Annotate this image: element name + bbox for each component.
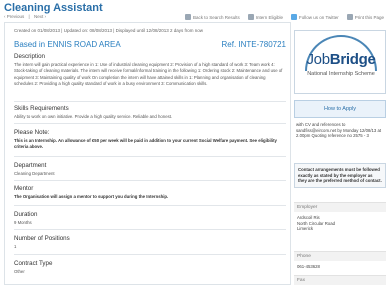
divider (14, 156, 286, 157)
divider (14, 101, 286, 102)
intern-eligible-label: Intern Eligible (255, 14, 284, 20)
description-heading: Description (14, 53, 45, 60)
how-to-apply-button[interactable]: How to Apply (294, 100, 386, 118)
note-heading: Please Note: (14, 129, 50, 136)
logo-subtitle: National Internship Scheme (307, 71, 375, 77)
employer-address: Ardscoil Ris North Circular Road Limeric… (297, 215, 335, 231)
divider (14, 229, 286, 230)
skills-heading: Skills Requirements (14, 105, 69, 112)
skills-text: Ability to work on own initiative. Provi… (14, 114, 173, 119)
sidebar: JobBridge National Internship Scheme How… (294, 22, 386, 285)
divider (14, 123, 286, 124)
listing-location: Based in ENNIS ROAD AREA (14, 40, 121, 49)
positions-heading: Number of Positions (14, 235, 70, 242)
duration-heading: Duration (14, 211, 38, 218)
listing-header: Based in ENNIS ROAD AREA Ref. INTE-78072… (14, 40, 286, 49)
phone-section: Phone 061-453628 (294, 251, 386, 273)
positions-text: 1 (14, 244, 17, 249)
page-toolbar: Back to Search Results Intern Eligible F… (184, 14, 384, 20)
phone-number: 061-453628 (297, 264, 320, 269)
logo-text-bridge: Bridge (329, 51, 376, 68)
listing-dates: Created on 01/08/2013 | Updated on: 08/0… (14, 28, 203, 33)
apply-instructions: with CV and references to sandfiss@eirco… (296, 122, 382, 139)
contract-heading: Contract Type (14, 260, 53, 267)
fax-section: Fax (294, 275, 386, 285)
employer-section: Employer Ardscoil Ris North Circular Roa… (294, 202, 386, 235)
description-text: The intern will gain practical experienc… (14, 62, 283, 86)
note-text: This is an Internship. An allowance of €… (14, 138, 277, 149)
divider (14, 180, 286, 181)
printer-icon (346, 14, 353, 20)
twitter-link[interactable]: Follow us on Twitter (291, 14, 339, 20)
employer-heading: Employer (294, 202, 386, 212)
print-label: Print this Page (354, 14, 384, 20)
print-link[interactable]: Print this Page (346, 14, 384, 20)
listing-reference: Ref. INTE-780721 (221, 40, 286, 49)
contract-text: Other (14, 269, 25, 274)
pager: ‹ Previous | Next › (4, 14, 49, 19)
mentor-text: The Organisation will assign a mentor to… (14, 194, 169, 199)
skills-section: Skills Requirements Ability to work on o… (14, 105, 286, 120)
back-icon (184, 14, 191, 20)
info-icon (247, 14, 254, 20)
pager-separator: | (28, 14, 30, 19)
jobbridge-logo: JobBridge National Internship Scheme (294, 30, 386, 94)
description-section: Description The intern will gain practic… (14, 53, 286, 87)
fax-heading: Fax (294, 275, 386, 285)
phone-heading: Phone (294, 251, 386, 261)
contact-note: Contact arrangements must be followed ex… (294, 163, 386, 188)
duration-text: 9 Months (14, 220, 32, 225)
page-title: Cleaning Assistant (4, 2, 103, 14)
divider (14, 205, 286, 206)
positions-section: Number of Positions 1 (14, 235, 286, 250)
divider (14, 254, 286, 255)
back-to-results-link[interactable]: Back to Search Results (184, 14, 240, 20)
duration-section: Duration 9 Months (14, 211, 286, 226)
department-text: Cleaning Department (14, 171, 55, 176)
contract-section: Contract Type Other (14, 260, 286, 275)
logo-wordmark: JobBridge (295, 51, 387, 68)
intern-eligible-link[interactable]: Intern Eligible (247, 14, 284, 20)
department-heading: Department (14, 162, 47, 169)
twitter-label: Follow us on Twitter (299, 14, 339, 20)
twitter-icon (291, 14, 298, 20)
mentor-heading: Mentor (14, 185, 34, 192)
back-to-results-label: Back to Search Results (192, 14, 240, 20)
next-link[interactable]: Next › (34, 14, 46, 19)
note-section: Please Note: This is an Internship. An a… (14, 129, 286, 150)
logo-text-job: Job (306, 51, 330, 68)
previous-link[interactable]: ‹ Previous (4, 14, 24, 19)
department-section: Department Cleaning Department (14, 162, 286, 177)
mentor-section: Mentor The Organisation will assign a me… (14, 185, 286, 200)
